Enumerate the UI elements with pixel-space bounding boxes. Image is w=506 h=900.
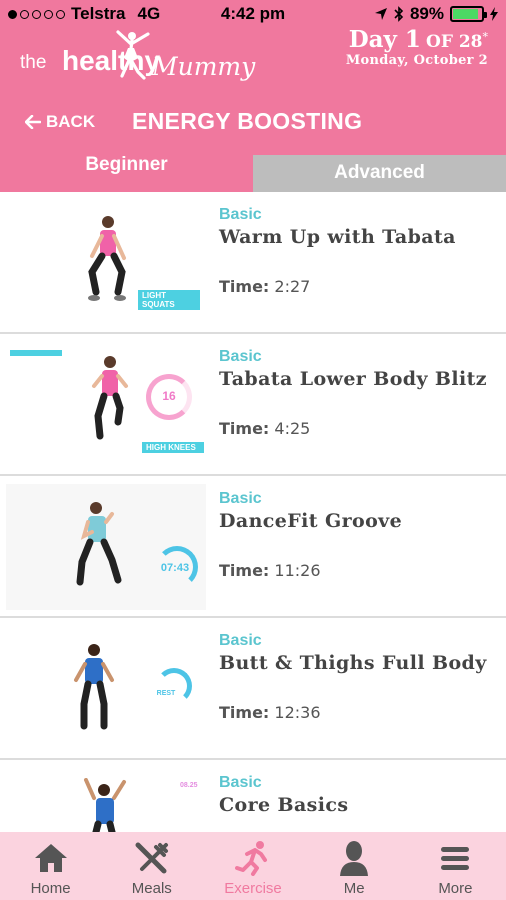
workout-row[interactable]: 07:43 Basic DanceFit Groove Time: 11:26 <box>0 476 506 618</box>
tabbar-meals-label: Meals <box>131 880 172 897</box>
day-date: Monday, October 2 <box>345 53 488 68</box>
workout-level: Basic <box>219 774 262 791</box>
brand-logo: the healthy Mummy <box>18 30 255 92</box>
thumb-counter: 16 <box>162 389 176 403</box>
tabbar-more-label: More <box>438 880 473 897</box>
tabbar-meals[interactable]: Meals <box>101 832 202 900</box>
day-progress: Day 1 OF 28* Monday, October 2 <box>346 26 488 68</box>
tabbar-more[interactable]: More <box>405 832 506 900</box>
back-arrow-icon <box>25 115 41 129</box>
exerciser-figure <box>84 778 126 832</box>
tabbar-home-label: Home <box>30 880 71 897</box>
workout-time: Time: 2:27 <box>219 277 310 296</box>
home-icon <box>34 844 67 872</box>
time-value: 2:27 <box>274 277 311 296</box>
bottom-tab-bar: Home Meals Exercise Me More <box>0 832 506 900</box>
time-value: 11:26 <box>274 561 321 580</box>
thumb-counter: 07:43 <box>160 562 190 574</box>
exercise-tag: HIGH KNEES <box>142 442 204 453</box>
workout-level: Basic <box>219 206 262 223</box>
workout-level: Basic <box>219 490 262 507</box>
back-button[interactable]: BACK <box>25 112 95 132</box>
workout-row[interactable]: REST Basic Butt & Thighs Full Body Time:… <box>0 618 506 760</box>
tab-advanced[interactable]: Advanced <box>253 155 506 192</box>
exercise-tag: LIGHT SQUATS <box>138 290 200 310</box>
workout-thumbnail: 08.25 <box>6 768 206 832</box>
workout-time: Time: 11:26 <box>219 561 321 580</box>
status-bar: Telstra 4G 4:42 pm 89% <box>0 0 506 28</box>
workout-time: Time: 12:36 <box>219 703 321 722</box>
time-value: 12:36 <box>274 703 321 722</box>
workout-name: Warm Up with Tabata <box>219 226 456 248</box>
workout-name: Tabata Lower Body Blitz <box>219 368 487 390</box>
workout-row[interactable]: LIGHT SQUATS Basic Warm Up with Tabata T… <box>0 192 506 334</box>
status-right: 89% <box>374 4 498 24</box>
workout-level: Basic <box>219 348 262 365</box>
tabbar-exercise-label: Exercise <box>224 880 282 897</box>
app-header: Telstra 4G 4:42 pm 89% the healthy Mummy… <box>0 0 506 192</box>
workout-level: Basic <box>219 632 262 649</box>
day-asterisk: * <box>482 30 489 44</box>
workout-name: Butt & Thighs Full Body <box>219 652 487 674</box>
exerciser-figure <box>92 356 128 440</box>
page-title: ENERGY BOOSTING <box>132 108 363 134</box>
workout-list[interactable]: LIGHT SQUATS Basic Warm Up with Tabata T… <box>0 192 506 832</box>
running-icon <box>235 841 267 876</box>
time-label: Time: <box>219 419 270 438</box>
day-of-total: OF 28 <box>426 32 483 52</box>
thumb-top-tag <box>10 350 62 356</box>
workout-time: Time: 4:25 <box>219 419 310 438</box>
thumb-counter: REST <box>156 690 176 697</box>
logo-mummy: Mummy <box>152 52 256 81</box>
battery-icon <box>450 6 487 22</box>
location-arrow-icon <box>374 8 387 20</box>
fork-knife-icon <box>135 842 168 874</box>
back-label: BACK <box>46 112 96 131</box>
workout-thumbnail: LIGHT SQUATS <box>6 200 206 326</box>
workout-thumbnail: 16 HIGH KNEES <box>6 342 206 468</box>
tabbar-me-label: Me <box>343 880 365 897</box>
tabbar-home[interactable]: Home <box>0 832 101 900</box>
logo-the: the <box>20 52 47 73</box>
menu-icon <box>441 847 470 870</box>
exerciser-figure <box>88 216 126 301</box>
bluetooth-icon <box>394 6 404 22</box>
tab-beginner[interactable]: Beginner <box>0 142 253 192</box>
battery-percent: 89% <box>409 4 444 23</box>
exerciser-figure <box>74 644 114 730</box>
workout-name: DanceFit Groove <box>219 510 403 532</box>
workout-thumbnail: 07:43 <box>6 484 206 610</box>
workout-row[interactable]: 08.25 Basic Core Basics <box>0 760 506 832</box>
tabbar-exercise[interactable]: Exercise <box>202 832 303 900</box>
day-label: Day 1 <box>348 26 421 53</box>
person-icon <box>340 841 369 876</box>
exerciser-figure <box>76 502 122 586</box>
time-label: Time: <box>219 703 270 722</box>
workout-name: Core Basics <box>219 794 349 816</box>
thumb-counter: 08.25 <box>180 782 198 789</box>
time-label: Time: <box>219 277 270 296</box>
tabbar-me[interactable]: Me <box>304 832 405 900</box>
time-value: 4:25 <box>274 419 311 438</box>
workout-row[interactable]: 16 HIGH KNEES Basic Tabata Lower Body Bl… <box>0 334 506 476</box>
charging-bolt-icon <box>490 7 498 21</box>
jumping-woman-logo-icon <box>116 30 150 80</box>
workout-thumbnail: REST <box>6 626 206 752</box>
time-label: Time: <box>219 561 270 580</box>
